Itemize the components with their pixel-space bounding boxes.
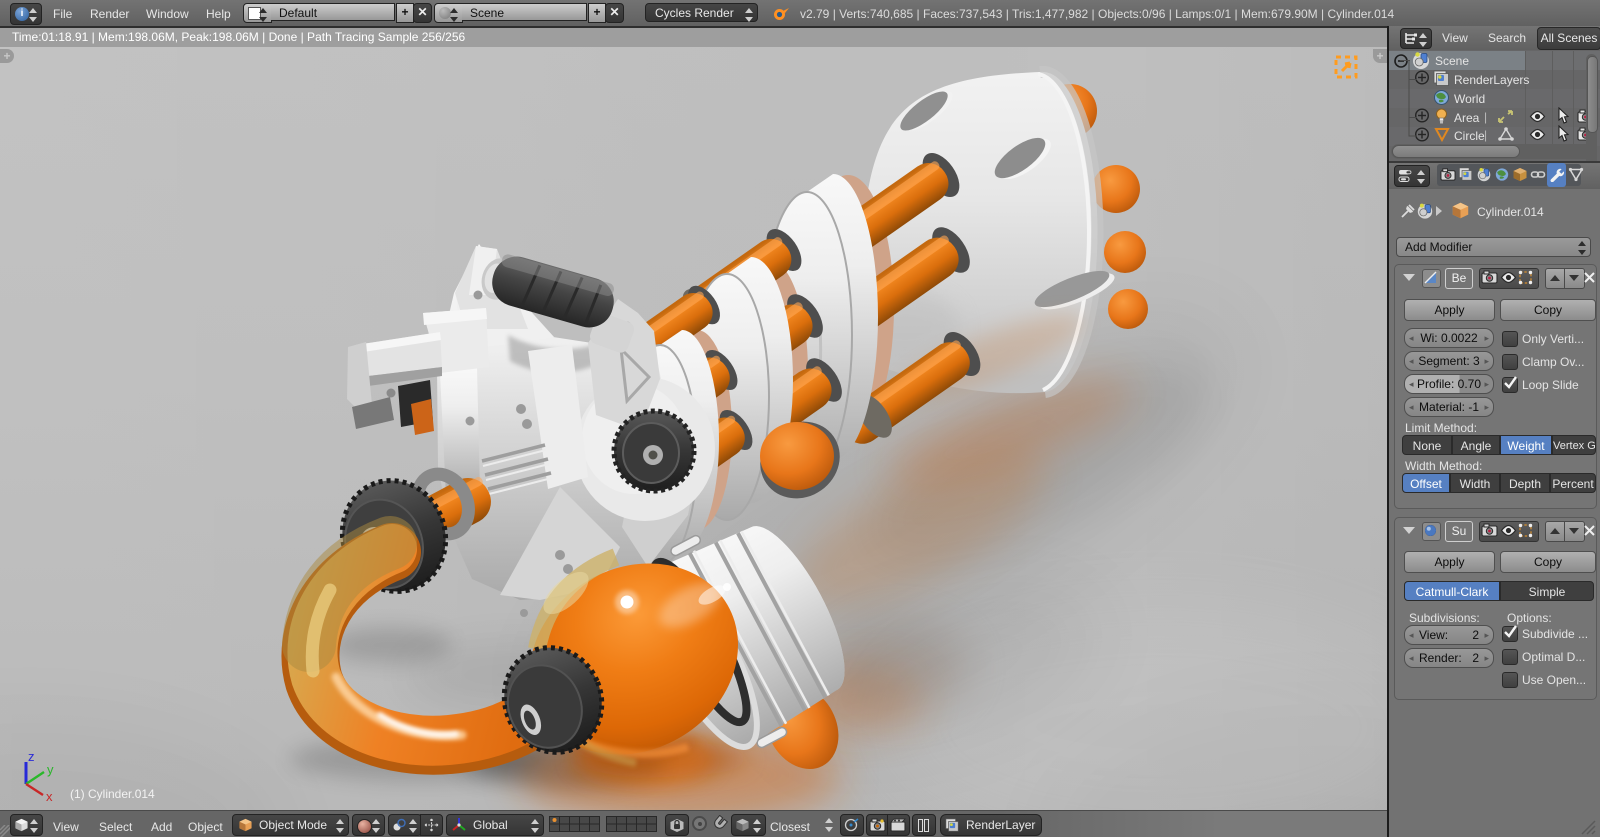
svg-text:x: x xyxy=(46,789,53,804)
svg-text:y: y xyxy=(47,762,54,777)
svg-text:z: z xyxy=(28,752,35,764)
